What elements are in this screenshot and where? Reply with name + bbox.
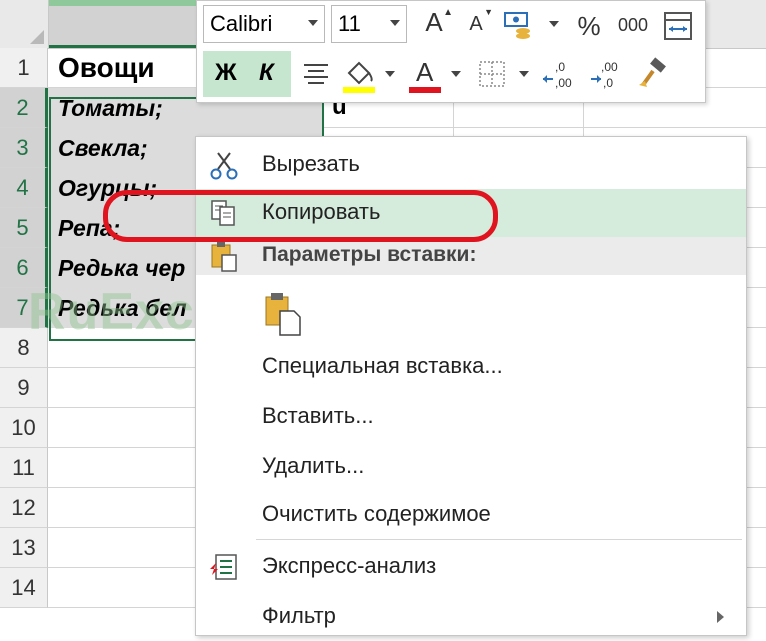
column-accent-bar — [49, 0, 200, 6]
chevron-down-icon[interactable] — [451, 71, 461, 77]
chevron-down-icon[interactable] — [390, 20, 400, 26]
menu-item-cut[interactable]: Вырезать — [196, 141, 746, 189]
menu-separator — [256, 539, 742, 540]
borders-icon — [479, 61, 505, 87]
menu-item-filter[interactable]: Фильтр — [196, 593, 746, 641]
menu-item-clear-contents[interactable]: Очистить содержимое — [196, 491, 746, 539]
percent-button[interactable]: % — [575, 11, 603, 42]
menu-item-label: Фильтр — [262, 603, 336, 628]
caret-down-icon: ▼ — [484, 7, 493, 17]
row-header[interactable]: 10 — [0, 408, 48, 448]
highlight-swatch — [343, 87, 375, 93]
svg-text:,00: ,00 — [601, 60, 618, 74]
borders-button[interactable] — [477, 59, 507, 89]
menu-item-label: Вставить... — [262, 403, 374, 428]
accounting-format-button[interactable] — [501, 7, 537, 43]
format-painter-button[interactable] — [635, 57, 671, 93]
currency-icon — [504, 12, 530, 39]
menu-item-label: Вырезать — [262, 151, 360, 176]
menu-item-insert[interactable]: Вставить... — [196, 393, 746, 441]
font-color-button[interactable]: А — [407, 55, 443, 95]
row-header[interactable]: 13 — [0, 528, 48, 568]
chevron-down-icon[interactable] — [308, 20, 318, 26]
row-header[interactable]: 11 — [0, 448, 48, 488]
align-center-button[interactable] — [301, 59, 331, 89]
menu-item-label: Экспресс-анализ — [262, 553, 437, 578]
row-header[interactable]: 3 — [0, 128, 48, 168]
paint-bucket-icon — [343, 61, 375, 93]
chevron-down-icon[interactable] — [519, 71, 529, 77]
menu-item-delete[interactable]: Удалить... — [196, 443, 746, 491]
menu-item-quick-analysis[interactable]: Экспресс-анализ — [196, 543, 746, 591]
menu-item-label: Удалить... — [262, 453, 365, 478]
font-name-combo[interactable]: Calibri — [203, 5, 325, 43]
font-name-value: Calibri — [210, 11, 273, 36]
row-header[interactable]: 9 — [0, 368, 48, 408]
row-header[interactable]: 14 — [0, 568, 48, 608]
font-color-swatch — [409, 87, 441, 93]
row-header[interactable]: 4 — [0, 168, 48, 208]
menu-item-paste-special[interactable]: Специальная вставка... — [196, 343, 746, 391]
grow-font-button[interactable]: A ▲ — [419, 7, 453, 41]
column-width-icon — [664, 12, 692, 40]
svg-text:,0: ,0 — [603, 76, 613, 90]
quick-analysis-icon — [210, 554, 237, 580]
chevron-right-icon — [717, 611, 724, 623]
shrink-font-icon: A — [469, 13, 483, 35]
paintbrush-icon — [639, 57, 666, 87]
caret-up-icon: ▲ — [443, 7, 453, 18]
decrease-decimal-icon: ,00 ,0 — [591, 60, 618, 90]
scissors-icon — [210, 152, 238, 180]
align-center-icon — [304, 64, 328, 84]
select-all-corner[interactable] — [0, 0, 49, 48]
chevron-down-icon[interactable] — [549, 21, 559, 27]
chevron-down-icon[interactable] — [385, 71, 395, 77]
annotation-highlight-oval — [103, 190, 498, 242]
menu-item-label: Специальная вставка... — [262, 353, 503, 378]
clipboard-icon — [211, 242, 237, 272]
format-cells-button[interactable] — [661, 9, 695, 43]
menu-item-label: Очистить содержимое — [262, 501, 491, 526]
font-size-combo[interactable]: 11 — [331, 5, 407, 43]
thousands-icon: 000 — [617, 15, 649, 35]
svg-text:,0: ,0 — [555, 60, 565, 74]
bold-italic-group: Ж К — [203, 51, 291, 97]
row-header[interactable]: 5 — [0, 208, 48, 248]
svg-text:,00: ,00 — [555, 76, 572, 90]
row-header[interactable]: 12 — [0, 488, 48, 528]
font-size-value: 11 — [338, 11, 361, 36]
increase-decimal-button[interactable]: ,0 ,00 — [541, 57, 581, 93]
mini-toolbar: Calibri 11 A ▲ A ▼ % 000 Ж К А ,0 ,00 ,0… — [196, 0, 706, 103]
row-header[interactable]: 1 — [0, 48, 48, 88]
font-color-icon: А — [416, 57, 434, 87]
bold-button[interactable]: Ж — [215, 59, 237, 87]
percent-icon: % — [577, 11, 601, 41]
thousands-button[interactable]: 000 — [615, 15, 651, 36]
row-header[interactable]: 2 — [0, 88, 48, 128]
italic-button[interactable]: К — [259, 59, 274, 87]
fill-color-button[interactable] — [341, 55, 377, 95]
paste-clipboard-icon — [265, 293, 301, 336]
paste-option-default[interactable] — [196, 283, 746, 341]
section-label: Параметры вставки: — [262, 243, 477, 266]
decrease-decimal-button[interactable]: ,00 ,0 — [587, 57, 627, 93]
grow-font-icon: A — [425, 7, 443, 37]
increase-decimal-icon: ,0 ,00 — [543, 60, 572, 90]
shrink-font-button[interactable]: A ▼ — [463, 7, 493, 43]
paste-options-header: Параметры вставки: — [196, 237, 746, 275]
